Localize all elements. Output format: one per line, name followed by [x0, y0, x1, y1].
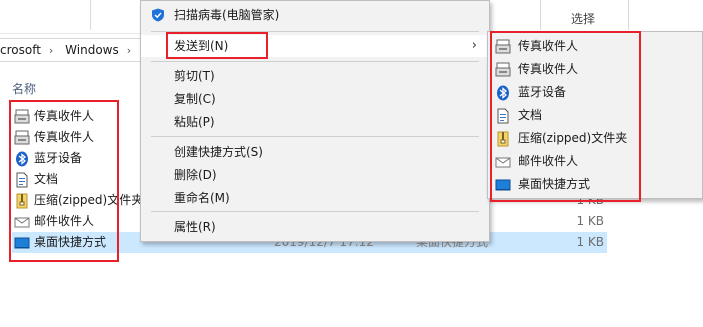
menu-item-properties[interactable]: 属性(R) — [141, 216, 489, 238]
chevron-right-icon[interactable]: › — [127, 44, 131, 57]
menu-item-scan-virus[interactable]: 扫描病毒(电脑管家) — [141, 4, 489, 26]
annotation-highlight-send-to-submenu — [490, 31, 641, 202]
menu-item-cut[interactable]: 剪切(T) — [141, 65, 489, 87]
annotation-highlight-send-to — [166, 32, 268, 59]
menu-item-paste[interactable]: 粘贴(P) — [141, 111, 489, 133]
explorer-window: 选择 crosoft › Windows › 名称 传真收件人 传真收件人 蓝牙设备… — [0, 0, 703, 327]
menu-item-copy[interactable]: 复制(C) — [141, 88, 489, 110]
menu-item-label: 扫描病毒(电脑管家) — [174, 8, 280, 22]
menu-item-create-shortcut[interactable]: 创建快捷方式(S) — [141, 141, 489, 163]
chevron-right-icon: › — [471, 38, 477, 53]
breadcrumb-item[interactable]: crosoft — [0, 43, 41, 57]
menu-item-label: 删除(D) — [174, 168, 217, 182]
breadcrumb: crosoft › Windows › — [0, 43, 139, 57]
menu-item-label: 重命名(M) — [174, 191, 230, 205]
ribbon-divider — [540, 0, 541, 30]
menu-item-rename[interactable]: 重命名(M) — [141, 187, 489, 209]
ribbon-divider — [90, 0, 91, 30]
annotation-highlight-file-list — [9, 100, 119, 262]
menu-separator — [151, 61, 479, 62]
file-size: 1 KB — [576, 235, 604, 249]
file-size: 1 KB — [576, 214, 604, 228]
menu-separator — [151, 136, 479, 137]
select-group-label[interactable]: 选择 — [571, 10, 595, 27]
menu-item-label: 属性(R) — [174, 220, 216, 234]
menu-item-label: 复制(C) — [174, 92, 216, 106]
chevron-right-icon[interactable]: › — [49, 44, 53, 57]
menu-item-label: 创建快捷方式(S) — [174, 145, 263, 159]
menu-item-delete[interactable]: 删除(D) — [141, 164, 489, 186]
breadcrumb-item[interactable]: Windows — [65, 43, 119, 57]
column-header-name[interactable]: 名称 — [12, 80, 36, 97]
menu-item-label: 剪切(T) — [174, 69, 215, 83]
shield-icon — [152, 8, 164, 22]
menu-separator — [151, 211, 479, 212]
ribbon-divider — [628, 0, 629, 30]
menu-item-label: 粘贴(P) — [174, 115, 215, 129]
